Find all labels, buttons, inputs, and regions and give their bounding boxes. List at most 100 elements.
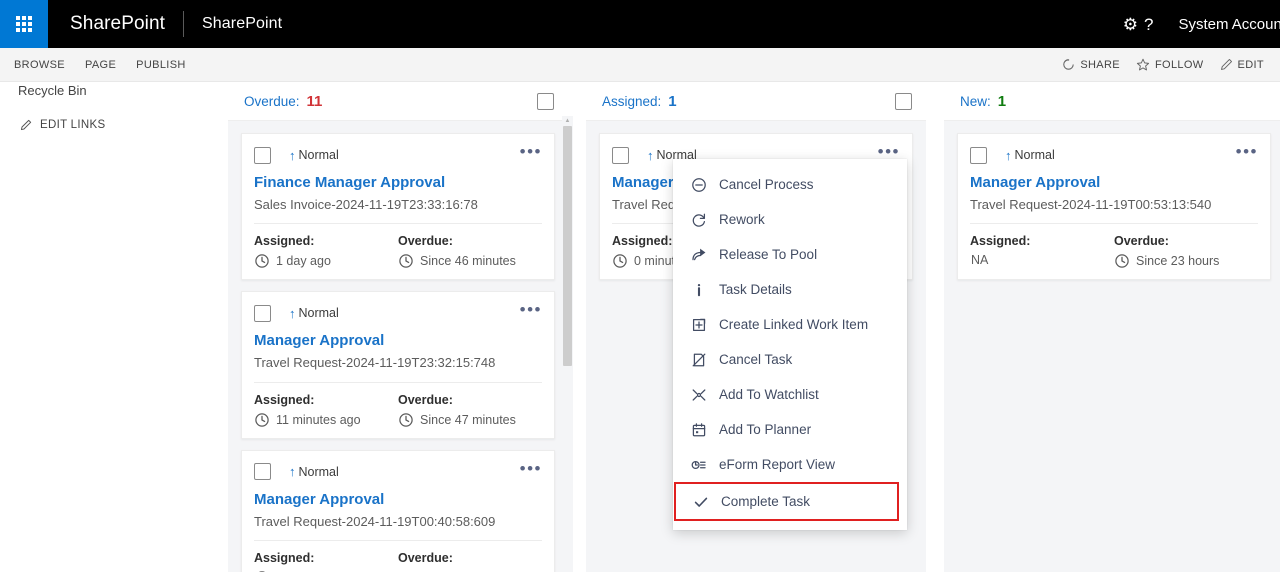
site-title[interactable]: SharePoint xyxy=(184,15,282,33)
board-column: Overdue: 11 ↑ Normal ••• Finance Manager… xyxy=(228,83,568,572)
column-header: New: 1 xyxy=(944,83,1280,121)
edit-button[interactable]: EDIT xyxy=(1220,58,1264,71)
context-menu-item[interactable]: Complete Task xyxy=(674,482,899,521)
edit-label: EDIT xyxy=(1237,58,1264,71)
help-icon[interactable]: ? xyxy=(1141,16,1156,33)
task-checkbox[interactable] xyxy=(254,463,271,480)
card-meta: Assigned: 1 day ago Overdue: Since 46 mi… xyxy=(254,234,542,269)
overdue-label: Overdue: xyxy=(398,550,453,565)
task-title[interactable]: Manager Approval xyxy=(254,332,542,350)
column-select-all-checkbox[interactable] xyxy=(537,93,554,110)
overdue-meta: Overdue: Since 46 minutes xyxy=(398,234,542,269)
assigned-value: 11 minutes ago xyxy=(276,412,361,427)
scrollbar-thumb[interactable] xyxy=(563,126,572,366)
assigned-meta: Assigned: 1 day ago xyxy=(254,234,398,269)
context-menu-item[interactable]: Create Linked Work Item xyxy=(673,307,907,342)
context-menu-item[interactable]: Task Details xyxy=(673,272,907,307)
task-context-menu: Cancel Process Rework Release To Pool Ta… xyxy=(673,159,907,530)
clock-icon xyxy=(1115,254,1129,268)
suite-bar: SharePoint SharePoint ⚙ ? System Account xyxy=(0,0,1280,48)
gear-icon[interactable]: ⚙ xyxy=(1120,16,1141,33)
task-card[interactable]: ↑ Normal ••• Finance Manager Approval Sa… xyxy=(241,133,555,281)
assigned-value-row: NA xyxy=(970,253,1114,267)
priority-label: Normal xyxy=(298,148,339,162)
priority-indicator: ↑ Normal xyxy=(289,148,339,162)
watchlist-icon xyxy=(692,388,706,401)
task-title[interactable]: Manager Approval xyxy=(970,174,1258,192)
follow-button[interactable]: FOLLOW xyxy=(1136,58,1204,72)
context-menu-item[interactable]: Add To Planner xyxy=(673,412,907,447)
card-meta: Assigned: 11 minutes ago Overdue: Since … xyxy=(254,393,542,428)
assigned-meta: Assigned: NA xyxy=(970,234,1114,269)
task-checkbox[interactable] xyxy=(254,146,271,164)
task-checkbox[interactable] xyxy=(612,146,629,164)
context-menu-item[interactable]: eForm Report View xyxy=(673,447,907,482)
share-button[interactable]: SHARE xyxy=(1062,58,1120,71)
overdue-value-row: Since 47 minutes xyxy=(398,412,542,428)
assigned-value-row: 1 day ago xyxy=(254,253,398,269)
report-icon xyxy=(691,457,713,473)
ribbon-tab-page[interactable]: PAGE xyxy=(85,59,116,71)
card-header: ↑ Normal ••• xyxy=(254,460,542,482)
task-checkbox[interactable] xyxy=(970,146,987,164)
column-title: New: xyxy=(960,94,991,109)
minus-circle-icon xyxy=(692,177,706,192)
external-link-icon xyxy=(691,317,713,333)
overdue-label: Overdue: xyxy=(398,234,453,249)
context-menu-item-label: eForm Report View xyxy=(719,457,836,472)
share-arrow-icon xyxy=(691,247,713,263)
card-divider xyxy=(254,223,542,225)
clock-icon xyxy=(613,254,627,268)
card-more-menu-button[interactable]: ••• xyxy=(520,143,542,163)
context-menu-item-label: Task Details xyxy=(719,282,792,297)
context-menu-item[interactable]: Release To Pool xyxy=(673,237,907,272)
card-header: ↑ Normal ••• xyxy=(970,143,1258,165)
app-launcher-icon xyxy=(16,16,32,32)
pencil-icon xyxy=(20,119,32,131)
context-menu-item-label: Complete Task xyxy=(721,494,811,509)
column-scrollbar[interactable]: ▲ xyxy=(562,116,573,572)
app-launcher-button[interactable] xyxy=(0,0,48,48)
user-menu[interactable]: System Account xyxy=(1156,16,1280,33)
share-icon xyxy=(1063,58,1075,70)
task-checkbox[interactable] xyxy=(254,304,271,322)
assigned-value: NA xyxy=(971,253,989,268)
context-menu-item[interactable]: Cancel Task xyxy=(673,342,907,377)
task-title[interactable]: Finance Manager Approval xyxy=(254,174,542,192)
context-menu-item[interactable]: Cancel Process xyxy=(673,167,907,202)
ribbon-actions: SHARE FOLLOW EDIT xyxy=(1062,58,1280,72)
overdue-value: Since 46 minutes xyxy=(420,254,516,269)
cancel-document-icon xyxy=(692,353,706,366)
task-card[interactable]: ↑ Normal ••• Manager Approval Travel Req… xyxy=(241,291,555,439)
suite-brand[interactable]: SharePoint xyxy=(48,13,183,35)
edit-links-button[interactable]: EDIT LINKS xyxy=(20,119,105,131)
card-divider xyxy=(254,539,542,541)
priority-indicator: ↑ Normal xyxy=(1005,148,1055,162)
sidebar-item-recycle-bin[interactable]: Recycle Bin xyxy=(18,83,87,98)
assigned-value: 1 day ago xyxy=(276,254,331,269)
column-title: Assigned: xyxy=(602,94,662,109)
info-icon xyxy=(691,282,713,298)
column-body: ↑ Normal ••• Manager Approval Travel Req… xyxy=(944,121,1280,572)
arrow-up-icon: ↑ xyxy=(289,147,296,163)
clock-icon xyxy=(399,412,413,427)
ribbon-tab-publish[interactable]: PUBLISH xyxy=(136,59,186,71)
card-more-menu-button[interactable]: ••• xyxy=(520,301,542,321)
ribbon-tab-browse[interactable]: BROWSE xyxy=(14,59,65,71)
card-more-menu-button[interactable]: ••• xyxy=(520,460,542,480)
task-title[interactable]: Manager Approval xyxy=(254,491,542,509)
context-menu-item[interactable]: Rework xyxy=(673,202,907,237)
task-card[interactable]: ↑ Normal ••• Manager Approval Travel Req… xyxy=(241,449,555,572)
card-more-menu-button[interactable]: ••• xyxy=(1236,143,1258,163)
task-subtitle: Travel Request-2024-11-19T00:53:13:540 xyxy=(970,197,1212,212)
column-select-all-checkbox[interactable] xyxy=(895,93,912,110)
column-body: ↑ Normal ••• Finance Manager Approval Sa… xyxy=(228,121,568,572)
overdue-value-row: Since 23 hours xyxy=(1114,253,1258,269)
refresh-icon xyxy=(692,213,706,227)
column-count: 1 xyxy=(668,93,677,110)
context-menu-item[interactable]: Add To Watchlist xyxy=(673,377,907,412)
overdue-label: Overdue: xyxy=(1114,234,1169,249)
scroll-up-arrow[interactable]: ▲ xyxy=(562,116,573,126)
task-card[interactable]: ↑ Normal ••• Manager Approval Travel Req… xyxy=(957,133,1271,281)
context-menu-item-label: Add To Planner xyxy=(719,422,812,437)
